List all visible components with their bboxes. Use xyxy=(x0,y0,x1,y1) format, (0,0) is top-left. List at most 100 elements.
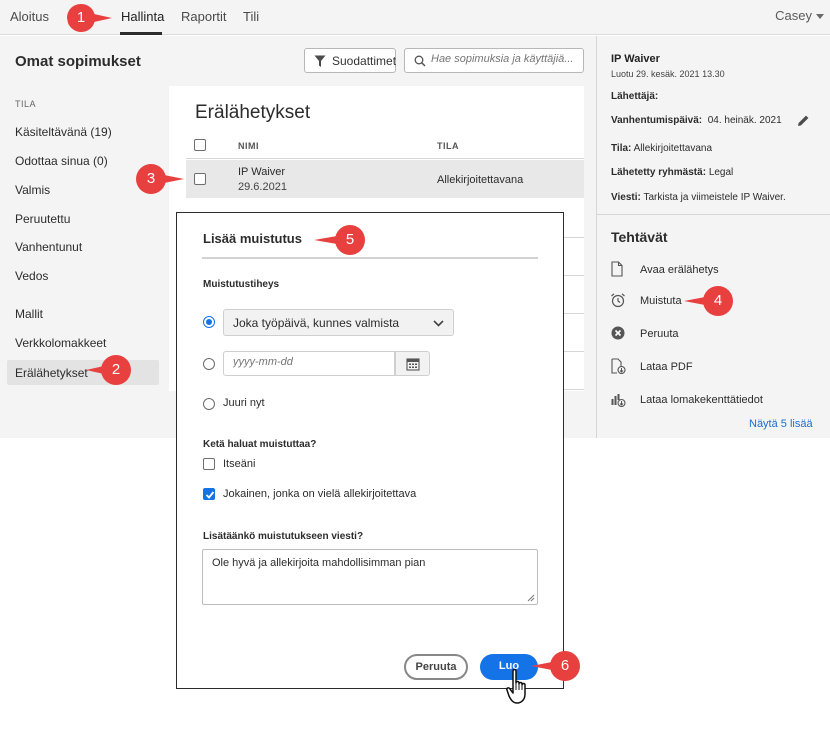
sidebar-item-expired[interactable]: Vanhentunut xyxy=(15,240,82,254)
callout-number: 3 xyxy=(146,170,156,187)
select-all-checkbox[interactable] xyxy=(194,139,206,151)
sidebar-item-in-progress[interactable]: Käsiteltävänä (19) xyxy=(15,125,112,139)
sidebar-item-templates[interactable]: Mallit xyxy=(15,307,43,321)
callout-3: 3 xyxy=(134,163,186,195)
user-name: Casey xyxy=(775,8,812,23)
message-textarea[interactable]: Ole hyvä ja allekirjoita mahdollisimman … xyxy=(202,549,538,605)
chevron-down-icon xyxy=(433,320,444,327)
cancel-button[interactable]: Peruuta xyxy=(404,654,468,680)
date-input[interactable] xyxy=(233,356,383,368)
frequency-radio-recurring[interactable] xyxy=(203,316,215,328)
message-text: Ole hyvä ja allekirjoita mahdollisimman … xyxy=(212,557,426,569)
calendar-icon xyxy=(406,358,420,371)
cancel-button-label: Peruuta xyxy=(415,661,457,673)
row-date: 29.6.2021 xyxy=(238,181,287,193)
task-label: Avaa erälähetys xyxy=(640,264,719,276)
status-label: Tila: xyxy=(611,143,632,154)
callout-5: 5 xyxy=(313,224,369,256)
expiry-label: Vanhentumispäivä: xyxy=(611,115,703,126)
top-nav: Aloitus Hallinta Raportit Tili Casey xyxy=(0,0,830,35)
show-more-link[interactable]: Näytä 5 lisää xyxy=(749,418,813,430)
content-title: Erälähetykset xyxy=(195,102,311,123)
details-divider xyxy=(597,214,830,215)
header-divider xyxy=(186,158,584,159)
document-icon xyxy=(611,261,623,277)
active-tab-indicator xyxy=(120,32,162,35)
sidebar-item-completed[interactable]: Valmis xyxy=(15,183,50,197)
details-sender: Lähettäjä: xyxy=(611,91,658,102)
tab-raportit[interactable]: Raportit xyxy=(181,9,227,24)
sidebar-item-cancelled[interactable]: Peruutettu xyxy=(15,212,70,226)
message-value: Tarkista ja viimeistele IP Waiver. xyxy=(643,192,786,203)
callout-number: 5 xyxy=(345,231,355,248)
search-box[interactable] xyxy=(404,48,584,73)
pencil-icon[interactable] xyxy=(797,114,810,127)
frequency-radio-now[interactable] xyxy=(203,398,215,410)
callout-number: 2 xyxy=(111,361,121,378)
calendar-button[interactable] xyxy=(395,351,430,376)
alarm-clock-icon xyxy=(611,293,625,308)
task-cancel[interactable]: Peruuta xyxy=(610,325,690,343)
expiry-value: 04. heinäk. 2021 xyxy=(707,115,782,126)
column-header-status[interactable]: TILA xyxy=(437,141,459,151)
cancel-circle-icon xyxy=(611,326,625,340)
sidebar-item-draft[interactable]: Vedos xyxy=(15,269,48,283)
sidebar-item-bulk-sends[interactable]: Erälähetykset xyxy=(15,366,88,380)
filter-icon xyxy=(314,55,326,67)
resize-grip-icon[interactable] xyxy=(527,594,535,602)
frequency-select[interactable]: Joka työpäivä, kunnes valmista xyxy=(223,309,454,336)
data-download-icon xyxy=(611,394,626,407)
who-label: Ketä haluat muistuttaa? xyxy=(203,439,317,450)
pdf-download-icon xyxy=(611,358,626,374)
dialog-title-divider xyxy=(202,257,538,259)
status-value: Allekirjoitettavana xyxy=(633,143,712,154)
row-status: Allekirjoitettavana xyxy=(437,174,524,186)
task-open-bulk-send[interactable]: Avaa erälähetys xyxy=(610,261,720,279)
frequency-radio-date[interactable] xyxy=(203,358,215,370)
sidebar-heading: TILA xyxy=(15,99,37,109)
user-menu[interactable]: Casey xyxy=(775,8,824,23)
now-label: Juuri nyt xyxy=(223,397,265,409)
task-download-pdf[interactable]: Lataa PDF xyxy=(610,358,710,376)
group-label: Lähetetty ryhmästä: xyxy=(611,167,707,178)
column-header-name[interactable]: NIMI xyxy=(238,141,259,151)
details-expiry: Vanhentumispäivä: 04. heinäk. 2021 xyxy=(611,115,782,126)
dialog-title: Lisää muistutus xyxy=(203,231,302,246)
filters-button[interactable]: Suodattimet xyxy=(304,48,396,73)
page-title: Omat sopimukset xyxy=(15,53,141,70)
tab-hallinta[interactable]: Hallinta xyxy=(121,9,164,24)
tasks-heading: Tehtävät xyxy=(611,229,668,245)
tab-tili[interactable]: Tili xyxy=(243,9,259,24)
sender-label: Lähettäjä: xyxy=(611,91,659,102)
callout-number: 4 xyxy=(713,292,723,309)
callout-number: 6 xyxy=(560,657,570,674)
frequency-select-value: Joka työpäivä, kunnes valmista xyxy=(233,316,400,330)
task-label: Muistuta xyxy=(640,295,682,307)
callout-4: 4 xyxy=(683,285,737,317)
task-label: Peruuta xyxy=(640,328,679,340)
date-field[interactable] xyxy=(223,351,395,376)
details-created: Luotu 29. kesäk. 2021 13.30 xyxy=(611,69,725,79)
message-label: Viesti: xyxy=(611,192,641,203)
task-label: Lataa lomakekenttätiedot xyxy=(640,394,763,406)
search-icon xyxy=(414,55,426,67)
filters-label: Suodattimet xyxy=(332,54,397,68)
row-checkbox[interactable] xyxy=(194,173,206,185)
sidebar-item-waiting-for-you[interactable]: Odottaa sinua (0) xyxy=(15,154,108,168)
details-title: IP Waiver xyxy=(611,53,660,65)
callout-2: 2 xyxy=(84,354,136,386)
chevron-down-icon xyxy=(816,14,824,20)
search-input[interactable] xyxy=(431,53,581,65)
remind-pending-signers-label: Jokainen, jonka on vielä allekirjoitetta… xyxy=(223,488,417,500)
remind-self-label: Itseäni xyxy=(223,458,256,470)
checkmark-icon xyxy=(205,491,215,499)
task-remind[interactable]: Muistuta xyxy=(610,292,690,310)
remind-pending-signers-checkbox[interactable] xyxy=(203,488,215,500)
row-name: IP Waiver xyxy=(238,166,286,178)
sidebar-item-web-forms[interactable]: Verkkolomakkeet xyxy=(15,336,106,350)
task-download-form-data[interactable]: Lataa lomakekenttätiedot xyxy=(610,391,770,409)
callout-6: 6 xyxy=(530,650,584,682)
tab-aloitus[interactable]: Aloitus xyxy=(10,9,49,24)
remind-self-checkbox[interactable] xyxy=(203,458,215,470)
details-status: Tila: Allekirjoitettavana xyxy=(611,143,712,154)
